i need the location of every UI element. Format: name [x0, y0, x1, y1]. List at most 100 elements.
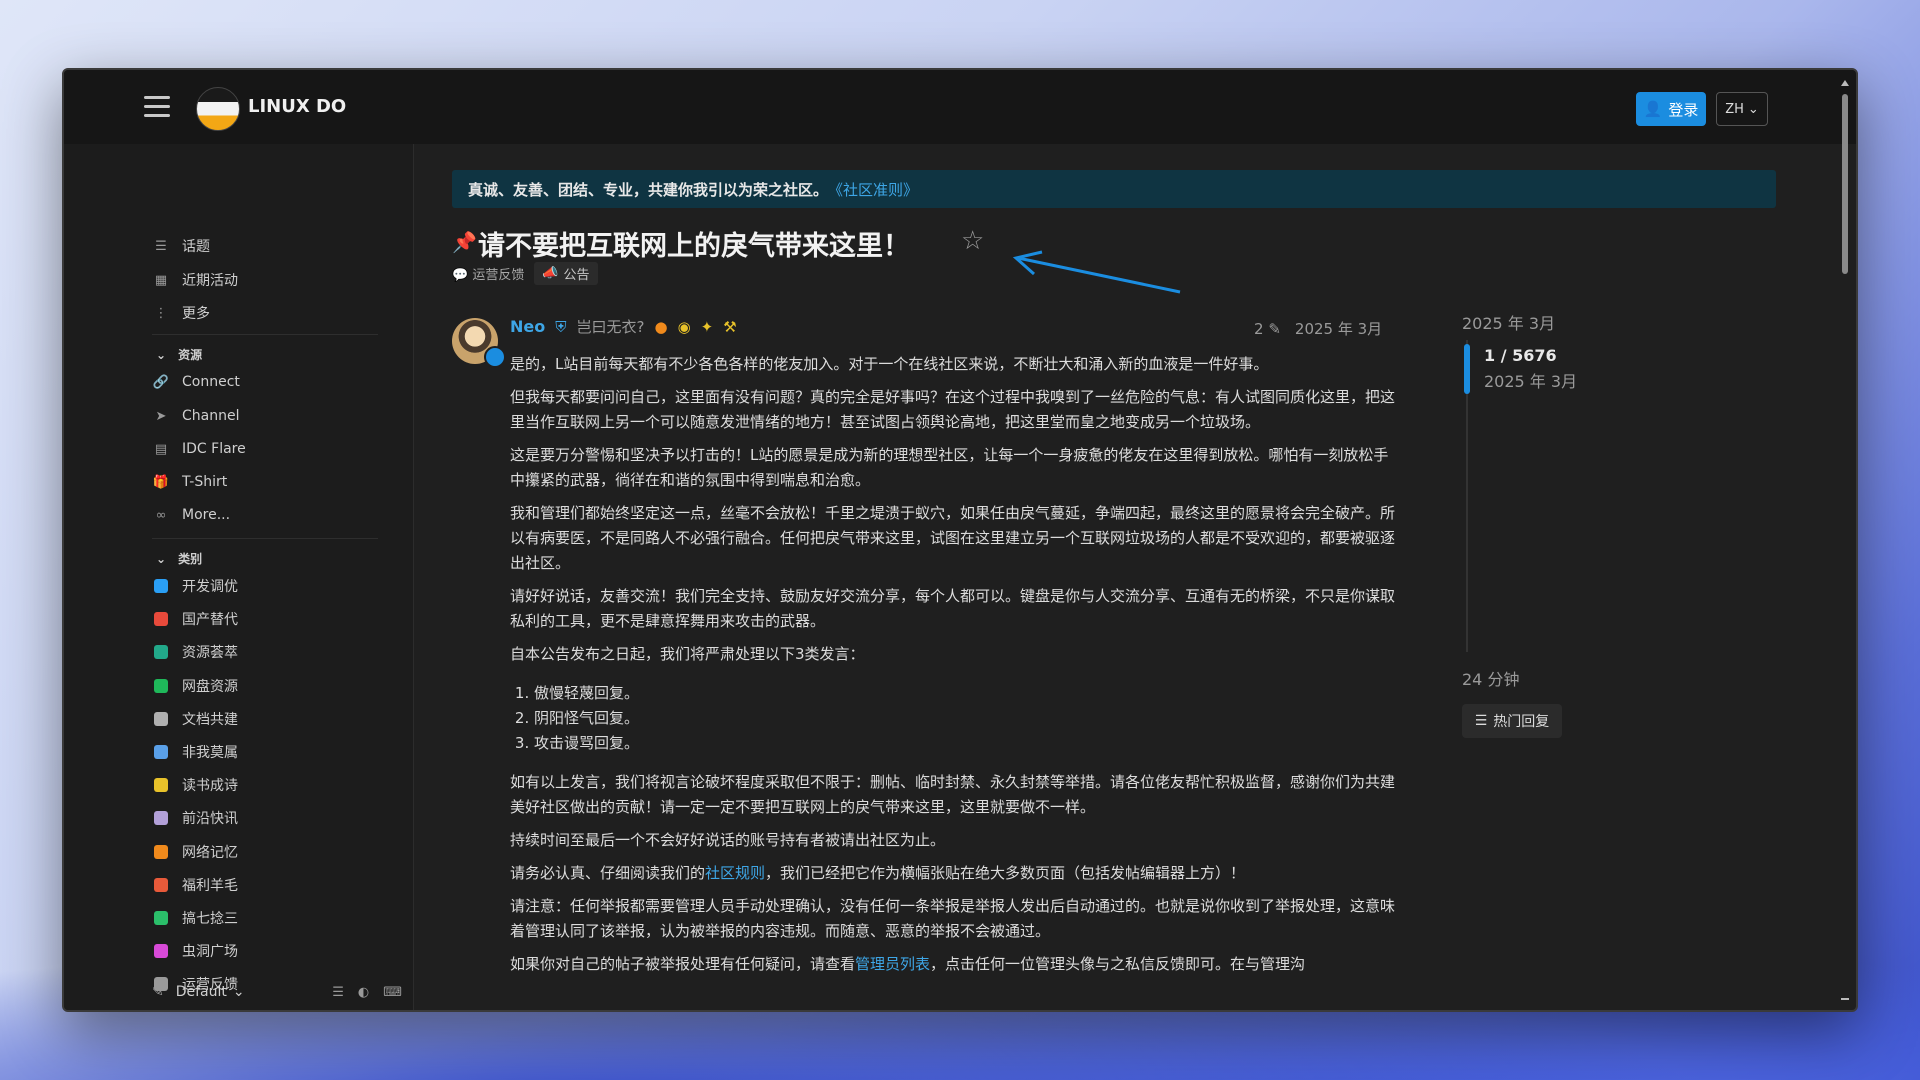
send-icon: ➤	[155, 408, 167, 424]
sidebar-category-item[interactable]: 文档共建	[152, 707, 238, 731]
sidebar-section-resources[interactable]: ⌄ 资源	[156, 346, 202, 363]
keyboard-icon[interactable]: ⌨	[383, 985, 402, 1000]
pin-icon: 📌	[452, 230, 477, 254]
sidebar-category-item[interactable]: 前沿快讯	[152, 806, 238, 830]
sidebar-item-connect[interactable]: 🔗 Connect	[152, 370, 240, 394]
sidebar-item-more[interactable]: ⋮ 更多	[152, 301, 211, 325]
badge-hammer-icon: ⚒	[723, 317, 737, 336]
login-label: 登录	[1668, 100, 1699, 119]
sidebar-category-item[interactable]: 网络记忆	[152, 840, 238, 864]
scroll-down-icon[interactable]	[1841, 998, 1849, 1000]
contrast-icon[interactable]: ◐	[358, 985, 369, 1000]
brush-icon: ✎	[152, 984, 164, 1000]
login-button[interactable]: 👤 登录	[1636, 92, 1706, 126]
sidebar-item-channel[interactable]: ➤ Channel	[152, 404, 240, 428]
sidebar-item-label: 网络记忆	[182, 844, 238, 861]
post-paragraph: 如果你对自己的帖子被举报处理有任何疑问，请查看管理员列表，点击任何一位管理头像与…	[510, 952, 1400, 977]
edit-history[interactable]: 2 ✎	[1254, 320, 1281, 338]
sidebar-item-label: 近期活动	[182, 273, 238, 289]
avatar-badge	[484, 346, 506, 368]
community-banner: 真诚、友善、团结、专业，共建你我引以为荣之社区。 《社区准则》	[452, 170, 1776, 208]
admin-list-link[interactable]: 管理员列表	[855, 955, 930, 973]
sidebar-item-label: 话题	[182, 239, 210, 255]
category-color-icon	[152, 743, 170, 761]
sidebar-category-item[interactable]: 读书成诗	[152, 773, 238, 797]
bookmark-star-icon[interactable]: ☆	[961, 226, 984, 256]
post-paragraph: 请好好说话，友善交流！我们完全支持、鼓励友好交流分享，每个人都可以。键盘是你与人…	[510, 587, 1396, 630]
sidebar-category-item[interactable]: 虫洞广场	[152, 939, 238, 963]
sidebar-category-item[interactable]: 国产替代	[152, 607, 238, 631]
sidebar-category-item[interactable]: 开发调优	[152, 574, 238, 598]
server-icon: ▤	[154, 441, 168, 457]
timeline-handle[interactable]	[1464, 344, 1470, 394]
category-link[interactable]: 💬 运营反馈	[452, 264, 524, 283]
chevron-down-icon: ⌄	[232, 984, 245, 1000]
site-logo[interactable]	[196, 87, 240, 131]
user-title: 岂曰无衣?	[576, 318, 645, 336]
sidebar-item-label: 读书成诗	[182, 778, 238, 795]
post-paragraph: 是的，L站目前每天都有不少各色各样的佬友加入。对于一个在线社区来说，不断壮大和涌…	[510, 355, 1269, 373]
post-paragraph: 如有以上发言，我们将视言论破坏程度采取但不限于：删帖、临时封禁、永久封禁等举措。…	[510, 773, 1396, 816]
sliders-icon[interactable]: ☰	[332, 985, 344, 1000]
section-heading: 类别	[178, 552, 203, 566]
post-body: 是的，L站目前每天都有不少各色各样的佬友加入。对于一个在线社区来说，不断壮大和涌…	[510, 352, 1400, 985]
category-color-icon	[152, 643, 170, 661]
guidelines-link[interactable]: 《社区准则》	[828, 179, 918, 200]
sidebar-item-idc-flare[interactable]: ▤ IDC Flare	[152, 437, 246, 461]
category-color-icon	[152, 843, 170, 861]
timeline-end-label[interactable]: 24 分钟	[1462, 666, 1519, 690]
sidebar-item-topics[interactable]: ☰ 话题	[152, 234, 210, 258]
theme-selector[interactable]: Default	[176, 984, 227, 1000]
sidebar-category-item[interactable]: 搞七捻三	[152, 906, 238, 930]
sidebar-item-recent[interactable]: ▦ 近期活动	[152, 268, 238, 292]
scroll-up-icon[interactable]	[1841, 80, 1849, 86]
chat-icon: 💬	[452, 268, 469, 283]
timeline-start-date[interactable]: 2025 年 3月	[1462, 310, 1555, 334]
sidebar-category-item[interactable]: 所有类别	[152, 1006, 230, 1010]
category-color-icon	[152, 577, 170, 595]
category-color-icon	[152, 1009, 170, 1010]
tag-label: 公告	[563, 268, 590, 283]
post-paragraph: 但我每天都要问问自己，这里面有没有问题？真的完全是好事吗？在这个过程中我嗅到了一…	[510, 388, 1396, 431]
banner-text: 真诚、友善、团结、专业，共建你我引以为荣之社区。	[468, 180, 829, 199]
pencil-icon: ✎	[1268, 319, 1281, 338]
shield-icon: ⛨	[555, 317, 567, 336]
sidebar-section-categories[interactable]: ⌄ 类别	[156, 550, 202, 567]
sidebar-item-tshirt[interactable]: 🎁 T-Shirt	[152, 470, 227, 494]
post-username[interactable]: Neo	[510, 317, 545, 336]
menu-icon[interactable]	[144, 96, 170, 118]
post-paragraph: 持续时间至最后一个不会好好说话的账号持有者被请出社区为止。	[510, 831, 946, 849]
link-icon: 🔗	[152, 374, 170, 390]
post-paragraph: 我和管理们都始终坚定这一点，丝毫不会放松！千里之堤溃于蚁穴，如果任由戾气蔓延，争…	[510, 504, 1396, 572]
topic-title: 请不要把互联网上的戾气带来这里！	[478, 231, 910, 262]
category-color-icon	[152, 776, 170, 794]
sidebar-item-label: 非我莫属	[182, 745, 238, 761]
sidebar-item-label: 搞七捻三	[182, 911, 238, 927]
scroll-thumb[interactable]	[1842, 94, 1848, 274]
hot-replies-button[interactable]: ☰ 热门回复	[1462, 704, 1562, 738]
sidebar-item-label: 福利羊毛	[182, 877, 238, 894]
sidebar-divider	[152, 538, 378, 539]
badge-flame-icon: ●	[654, 317, 668, 336]
sidebar-category-item[interactable]: 资源荟萃	[152, 640, 238, 664]
page-scrollbar[interactable]	[1840, 80, 1850, 1000]
post-date[interactable]: 2025 年 3月	[1295, 318, 1382, 339]
sidebar-category-item[interactable]: 非我莫属	[152, 740, 238, 764]
site-name[interactable]: LINUX DO	[248, 96, 346, 117]
category-color-icon	[152, 677, 170, 695]
sidebar-divider	[152, 334, 378, 335]
language-label: ZH	[1725, 101, 1744, 117]
tag-announcement[interactable]: 📣 公告	[534, 262, 598, 285]
category-color-icon	[152, 610, 170, 628]
browser-window: LINUX DO 👤 登录 ZH ⌄ ☰ 话题 ▦ 近期活动 ⋮ 更多 ⌄ 资源…	[62, 68, 1858, 1012]
sidebar-category-item[interactable]: 福利羊毛	[152, 873, 238, 897]
list-item: 攻击谩骂回复。	[534, 731, 1400, 756]
sidebar-item-label: T-Shirt	[182, 474, 228, 490]
language-selector[interactable]: ZH ⌄	[1716, 92, 1768, 126]
sidebar-item-more-resources[interactable]: ∞ More...	[152, 503, 230, 527]
post-paragraph: 请注意：任何举报都需要管理人员手动处理确认，没有任何一条举报是举报人发出后自动通…	[510, 897, 1396, 940]
rules-link[interactable]: 社区规则	[705, 864, 765, 882]
chevron-down-icon: ⌄	[1747, 101, 1759, 117]
user-icon: 👤	[1643, 100, 1663, 118]
sidebar-category-item[interactable]: 网盘资源	[152, 674, 238, 698]
